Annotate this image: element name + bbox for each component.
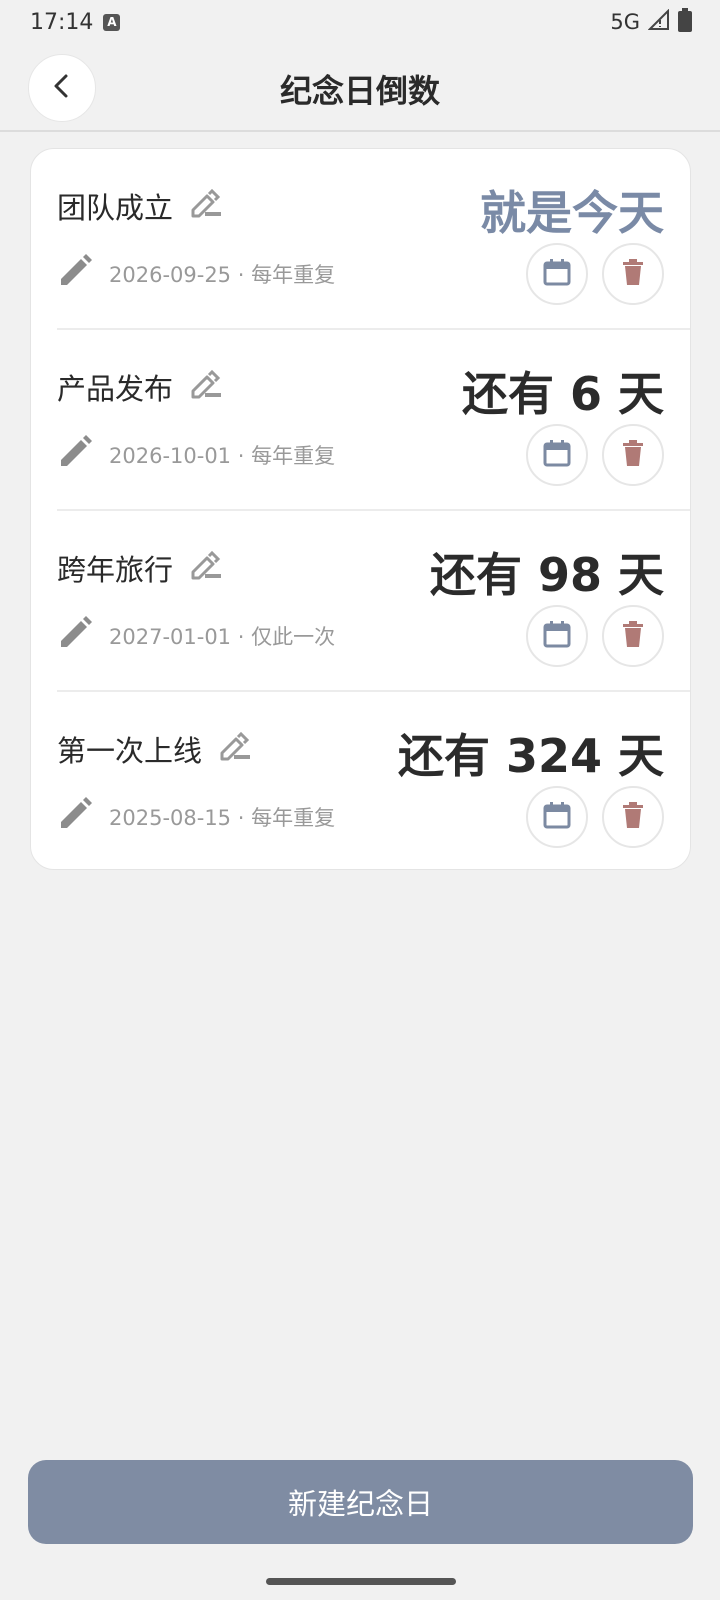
item-name: 跨年旅行 bbox=[57, 547, 223, 589]
trash-icon bbox=[622, 802, 644, 832]
calendar-button[interactable] bbox=[526, 243, 588, 305]
countdown-days: 还有 98 天 bbox=[429, 548, 664, 602]
anniversary-list: 团队成立 2026-09-25 · 每年重复 就是今天 产品发布 2026-10… bbox=[30, 148, 691, 870]
pencil-outline-icon[interactable] bbox=[189, 369, 223, 406]
pencil-outline-icon[interactable] bbox=[189, 550, 223, 587]
calendar-icon bbox=[543, 620, 571, 652]
trash-icon bbox=[622, 440, 644, 470]
calendar-icon bbox=[543, 258, 571, 290]
item-name-label: 产品发布 bbox=[57, 372, 174, 406]
delete-button[interactable] bbox=[602, 424, 664, 486]
item-meta: 2026-09-25 · 每年重复 bbox=[57, 253, 335, 294]
item-date-repeat: 2026-10-01 · 每年重复 bbox=[109, 443, 336, 468]
app-header: 纪念日倒数 bbox=[0, 44, 720, 132]
item-name: 第一次上线 bbox=[57, 728, 252, 770]
list-item: 第一次上线 2025-08-15 · 每年重复 还有 324 天 bbox=[57, 692, 690, 869]
status-time: 17:14 bbox=[30, 9, 94, 35]
list-item: 产品发布 2026-10-01 · 每年重复 还有 6 天 bbox=[57, 330, 690, 511]
calendar-icon bbox=[543, 439, 571, 471]
status-bar: 17:14 A 5G bbox=[0, 0, 720, 44]
calendar-button[interactable] bbox=[526, 605, 588, 667]
pencil-outline-icon[interactable] bbox=[189, 188, 223, 225]
delete-button[interactable] bbox=[602, 605, 664, 667]
trash-icon bbox=[622, 621, 644, 651]
pencil-outline-icon[interactable] bbox=[218, 731, 252, 768]
delete-button[interactable] bbox=[602, 243, 664, 305]
countdown-today: 就是今天 bbox=[480, 186, 664, 240]
calendar-icon bbox=[543, 801, 571, 833]
delete-button[interactable] bbox=[602, 786, 664, 848]
item-name-label: 团队成立 bbox=[57, 191, 174, 225]
item-date-repeat: 2025-08-15 · 每年重复 bbox=[109, 805, 336, 830]
network-label: 5G bbox=[610, 10, 640, 34]
pencil-icon[interactable] bbox=[57, 434, 93, 475]
calendar-button[interactable] bbox=[526, 424, 588, 486]
list-item: 团队成立 2026-09-25 · 每年重复 就是今天 bbox=[57, 149, 690, 330]
new-anniversary-button[interactable]: 新建纪念日 bbox=[28, 1460, 693, 1544]
item-meta: 2027-01-01 · 仅此一次 bbox=[57, 615, 335, 656]
item-name: 产品发布 bbox=[57, 366, 223, 408]
countdown-days: 还有 324 天 bbox=[397, 729, 664, 783]
item-meta: 2025-08-15 · 每年重复 bbox=[57, 796, 335, 837]
signal-icon bbox=[647, 8, 670, 36]
pencil-icon[interactable] bbox=[57, 796, 93, 837]
item-meta: 2026-10-01 · 每年重复 bbox=[57, 434, 335, 475]
item-name: 团队成立 bbox=[57, 185, 223, 227]
home-indicator[interactable] bbox=[266, 1578, 456, 1585]
trash-icon bbox=[622, 259, 644, 289]
item-name-label: 第一次上线 bbox=[57, 734, 203, 768]
pencil-icon[interactable] bbox=[57, 253, 93, 294]
a-notification-icon: A bbox=[103, 13, 121, 31]
calendar-button[interactable] bbox=[526, 786, 588, 848]
page-title: 纪念日倒数 bbox=[279, 72, 440, 110]
item-date-repeat: 2027-01-01 · 仅此一次 bbox=[109, 624, 336, 649]
list-item: 跨年旅行 2027-01-01 · 仅此一次 还有 98 天 bbox=[57, 511, 690, 692]
item-name-label: 跨年旅行 bbox=[57, 553, 174, 587]
battery-icon bbox=[678, 7, 692, 37]
item-date-repeat: 2026-09-25 · 每年重复 bbox=[109, 262, 336, 287]
countdown-days: 还有 6 天 bbox=[461, 367, 664, 421]
pencil-icon[interactable] bbox=[57, 615, 93, 656]
